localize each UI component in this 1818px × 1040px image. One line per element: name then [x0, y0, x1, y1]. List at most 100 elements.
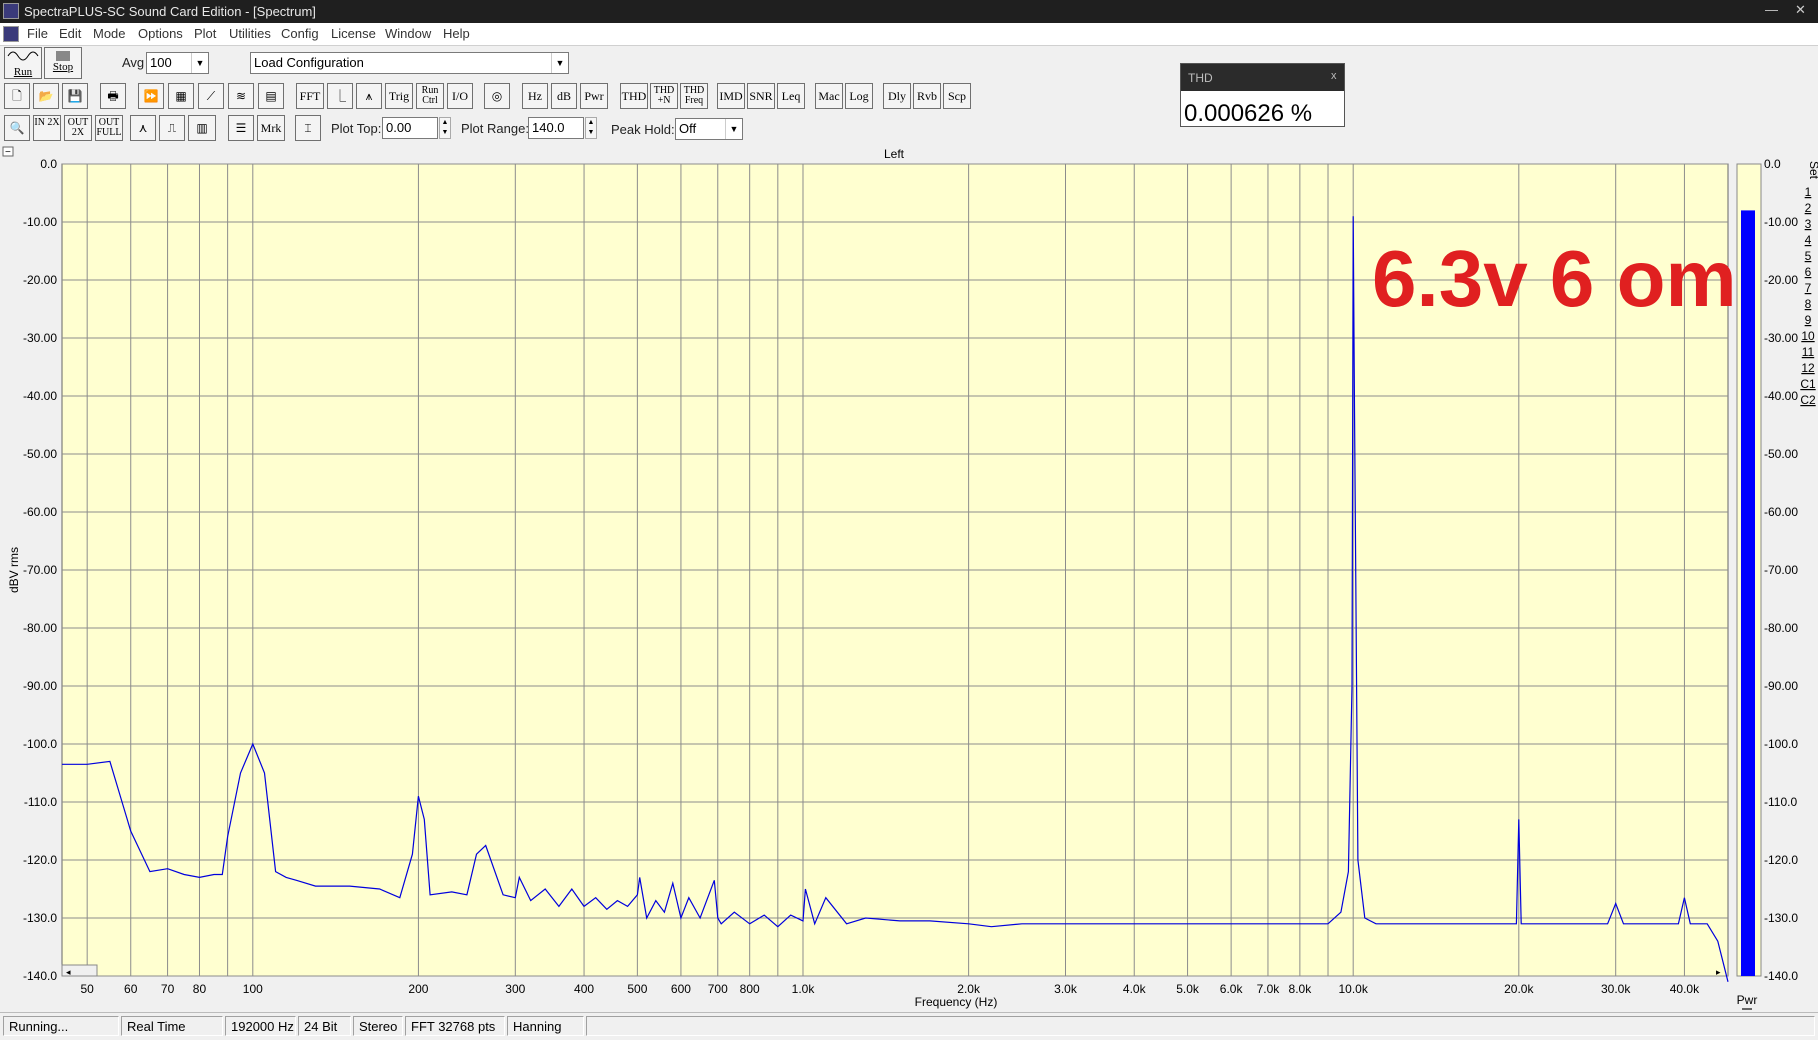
- set-selector[interactable]: 123456789101112C1C2: [1800, 185, 1816, 407]
- menu-window[interactable]: Window: [385, 26, 431, 41]
- io-button[interactable]: I/O: [447, 83, 473, 109]
- x-tick-label: 300: [505, 982, 525, 996]
- run-label: Run: [13, 66, 33, 78]
- set-item: 2: [1805, 201, 1812, 215]
- meter-label: Pwr: [1737, 993, 1758, 1007]
- set-item: 5: [1805, 249, 1812, 263]
- set-label: Set: [1807, 161, 1818, 180]
- plot-top-input[interactable]: 0.00: [382, 117, 438, 139]
- magnifier-icon[interactable]: 🔍: [4, 115, 30, 141]
- menu-mode[interactable]: Mode: [93, 26, 126, 41]
- status-fft-size: FFT 32768 pts: [405, 1016, 505, 1036]
- rvb-button[interactable]: Rvb: [913, 83, 941, 109]
- imd-button[interactable]: IMD: [717, 83, 745, 109]
- plot-range-label: Plot Range:: [461, 121, 529, 136]
- spectrogram-icon[interactable]: ▦: [168, 83, 194, 109]
- log-button[interactable]: Log: [845, 83, 873, 109]
- mrk-button[interactable]: Mrk: [257, 115, 285, 141]
- meter-tick-label: -80.00: [1764, 621, 1798, 635]
- set-item: 7: [1805, 281, 1812, 295]
- thd-window[interactable]: THD x 0.000626 %: [1180, 63, 1345, 127]
- stop-button[interactable]: Stop: [44, 47, 82, 79]
- meter-collapse[interactable]: [1742, 1008, 1752, 1010]
- x-tick-label: 100: [243, 982, 263, 996]
- x-tick-label: 6.0k: [1220, 982, 1244, 996]
- menu-options[interactable]: Options: [138, 26, 183, 41]
- peak-hold-select[interactable]: Off ▼: [675, 118, 743, 140]
- plot-range-input[interactable]: 140.0: [528, 117, 584, 139]
- document-icon[interactable]: [3, 26, 19, 42]
- avg-select[interactable]: 100 ▼: [146, 52, 209, 74]
- thd-button[interactable]: THD: [620, 83, 648, 109]
- save-icon[interactable]: 💾: [62, 83, 88, 109]
- fast-forward-icon[interactable]: ⏩: [138, 83, 164, 109]
- thd-n-button[interactable]: THD +N: [650, 83, 678, 109]
- status-channels: Stereo: [353, 1016, 403, 1036]
- close-icon[interactable]: x: [1331, 70, 1337, 82]
- thd-freq-button[interactable]: THD Freq: [680, 83, 708, 109]
- 3d-plot-icon[interactable]: ▤: [258, 83, 284, 109]
- mac-button[interactable]: Mac: [815, 83, 843, 109]
- scale-icon[interactable]: ⎿: [327, 83, 353, 109]
- snr-button[interactable]: SNR: [747, 83, 775, 109]
- menu-plot[interactable]: Plot: [194, 26, 216, 41]
- pwr-button[interactable]: Pwr: [580, 83, 608, 109]
- app-icon: [3, 3, 19, 19]
- compass-icon[interactable]: ⩚: [356, 83, 382, 109]
- bars-icon[interactable]: ▥: [188, 115, 216, 141]
- chevron-down-icon[interactable]: ▼: [551, 53, 568, 73]
- configuration-select[interactable]: Load Configuration ▼: [250, 52, 569, 74]
- zoom-full-button[interactable]: OUT FULL: [95, 115, 123, 141]
- fft-button[interactable]: FFT: [296, 83, 324, 109]
- trig-button[interactable]: Trig: [385, 83, 413, 109]
- y-tick-label: -100.0: [23, 737, 57, 751]
- scroll-right-icon[interactable]: ▸: [1716, 967, 1721, 977]
- step-icon[interactable]: ⎍: [159, 115, 185, 141]
- list-icon[interactable]: ☰: [228, 115, 254, 141]
- menu-bar: File Edit Mode Options Plot Utilities Co…: [0, 23, 1818, 46]
- new-icon[interactable]: 🗋: [4, 83, 30, 109]
- scroll-left-icon[interactable]: ◂: [66, 967, 71, 977]
- menu-utilities[interactable]: Utilities: [229, 26, 271, 41]
- minimize-icon[interactable]: —: [1765, 2, 1778, 17]
- print-icon[interactable]: 🖶: [100, 83, 126, 109]
- zoom-in-button[interactable]: IN 2X: [33, 115, 61, 141]
- toolbar-run: Run Stop Avg 100 ▼ Load Configuration ▼: [0, 46, 1818, 82]
- scp-button[interactable]: Scp: [943, 83, 971, 109]
- y-axis-title: dBV rms: [7, 547, 21, 593]
- y-tick-label: -40.00: [23, 389, 57, 403]
- menu-edit[interactable]: Edit: [59, 26, 81, 41]
- peak-icon[interactable]: ⋏: [130, 115, 156, 141]
- plot-range-spinner[interactable]: ▲ ▼: [585, 117, 597, 139]
- menu-help[interactable]: Help: [443, 26, 470, 41]
- y-tick-label: -120.0: [23, 853, 57, 867]
- close-icon[interactable]: ✕: [1795, 2, 1806, 18]
- x-tick-label: 600: [671, 982, 691, 996]
- x-tick-label: 50: [80, 982, 94, 996]
- chevron-down-icon[interactable]: ▼: [191, 53, 208, 73]
- avg-value: 100: [150, 55, 172, 70]
- open-icon[interactable]: 📂: [33, 83, 59, 109]
- leq-button[interactable]: Leq: [777, 83, 805, 109]
- thd-window-titlebar[interactable]: THD x: [1181, 64, 1344, 91]
- chevron-down-icon[interactable]: ▼: [725, 119, 742, 139]
- plot-top-label: Plot Top:: [331, 121, 382, 136]
- slope-icon[interactable]: ⟋: [198, 83, 224, 109]
- run-ctrl-button[interactable]: Run Ctrl: [416, 83, 444, 109]
- run-ctrl-label: Run Ctrl: [421, 85, 439, 106]
- menu-file[interactable]: File: [27, 26, 48, 41]
- x-tick-label: 1.0k: [792, 982, 816, 996]
- waterfall-icon[interactable]: ≋: [228, 83, 254, 109]
- menu-config[interactable]: Config: [281, 26, 319, 41]
- menu-license[interactable]: License: [331, 26, 376, 41]
- db-button[interactable]: dB: [551, 83, 577, 109]
- dly-button[interactable]: Dly: [883, 83, 911, 109]
- run-button[interactable]: Run: [4, 47, 42, 79]
- hz-button[interactable]: Hz: [522, 83, 548, 109]
- generator-icon[interactable]: ◎: [484, 83, 510, 109]
- set-item: 12: [1801, 361, 1815, 375]
- zoom-out-button[interactable]: OUT 2X: [64, 115, 92, 141]
- cursor-icon[interactable]: ⌶: [295, 115, 321, 141]
- spectrum-plot[interactable]: − Left 0.0 -10.00 -20.00 -30.00 -40.00 -50.00…: [0, 146, 1818, 1011]
- plot-top-spinner[interactable]: ▲ ▼: [439, 117, 451, 139]
